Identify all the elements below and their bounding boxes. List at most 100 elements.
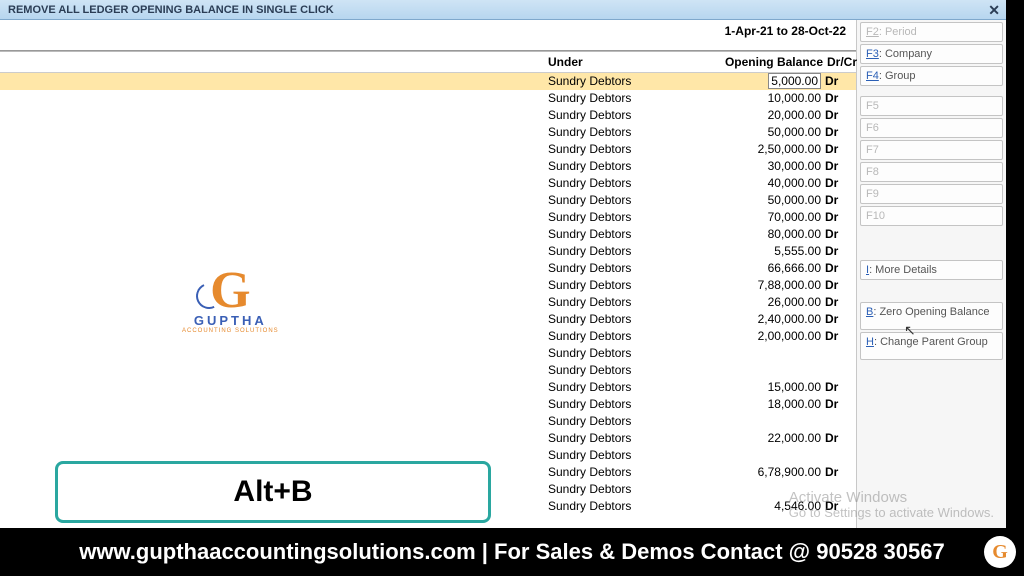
cell-under: Sundry Debtors xyxy=(548,107,708,124)
cell-balance xyxy=(708,447,821,464)
cell-balance: 5,555.00 xyxy=(708,243,821,260)
cell-under: Sundry Debtors xyxy=(548,311,708,328)
table-row[interactable]: Sundry Debtors22,000.00Dr xyxy=(0,430,856,447)
cell-balance: 20,000.00 xyxy=(708,107,821,124)
btn-f9[interactable]: F9 xyxy=(860,184,1003,204)
footer-brand-icon: G xyxy=(984,536,1016,568)
cell-balance xyxy=(708,345,821,362)
btn-f6[interactable]: F6 xyxy=(860,118,1003,138)
cell-drcr: Dr xyxy=(821,260,851,277)
btn-f7[interactable]: F7 xyxy=(860,140,1003,160)
period-range: 1-Apr-21 to 28-Oct-22 xyxy=(0,20,856,40)
col-drcr: Dr/Cr xyxy=(823,55,855,69)
cell-balance: 18,000.00 xyxy=(708,396,821,413)
cell-balance: 80,000.00 xyxy=(708,226,821,243)
btn-f5[interactable]: F5 xyxy=(860,96,1003,116)
cell-under: Sundry Debtors xyxy=(548,328,708,345)
cell-balance: 66,666.00 xyxy=(708,260,821,277)
close-icon[interactable]: ✕ xyxy=(988,2,1000,19)
table-row[interactable]: Sundry Debtors xyxy=(0,345,856,362)
cell-drcr: Dr xyxy=(821,209,851,226)
btn-f2-period[interactable]: F2: Period xyxy=(860,22,1003,42)
table-row[interactable]: Sundry Debtors30,000.00Dr xyxy=(0,158,856,175)
table-row[interactable]: Sundry Debtors15,000.00Dr xyxy=(0,379,856,396)
cell-balance: 22,000.00 xyxy=(708,430,821,447)
cell-balance: 6,78,900.00 xyxy=(708,464,821,481)
cell-drcr xyxy=(821,345,851,362)
col-balance: Opening Balance xyxy=(708,55,823,69)
cell-drcr: Dr xyxy=(821,90,851,107)
cell-drcr xyxy=(821,362,851,379)
cell-balance: 50,000.00 xyxy=(708,124,821,141)
report-area: 1-Apr-21 to 28-Oct-22 Under Opening Bala… xyxy=(0,20,856,528)
cell-balance xyxy=(708,413,821,430)
cell-under: Sundry Debtors xyxy=(548,124,708,141)
cell-under: Sundry Debtors xyxy=(548,413,708,430)
table-row[interactable]: Sundry Debtors18,000.00Dr xyxy=(0,396,856,413)
cell-drcr xyxy=(821,447,851,464)
cell-drcr: Dr xyxy=(821,124,851,141)
cell-under: Sundry Debtors xyxy=(548,277,708,294)
cell-drcr: Dr xyxy=(821,192,851,209)
table-row[interactable]: Sundry Debtors50,000.00Dr xyxy=(0,124,856,141)
btn-f8[interactable]: F8 xyxy=(860,162,1003,182)
btn-f4-group[interactable]: F4: Group xyxy=(860,66,1003,86)
btn-f10[interactable]: F10 xyxy=(860,206,1003,226)
cell-under: Sundry Debtors xyxy=(548,141,708,158)
table-row[interactable]: Sundry Debtors20,000.00Dr xyxy=(0,107,856,124)
cell-balance: 2,50,000.00 xyxy=(708,141,821,158)
column-header: Under Opening Balance Dr/Cr xyxy=(0,52,856,73)
cell-drcr: Dr xyxy=(821,243,851,260)
cell-under: Sundry Debtors xyxy=(548,396,708,413)
cell-drcr: Dr xyxy=(821,73,851,90)
cell-drcr: Dr xyxy=(821,277,851,294)
cell-under: Sundry Debtors xyxy=(548,481,708,498)
table-row[interactable]: Sundry Debtors2,50,000.00Dr xyxy=(0,141,856,158)
table-row[interactable]: Sundry Debtors2,40,000.00Dr xyxy=(0,311,856,328)
cell-under: Sundry Debtors xyxy=(548,447,708,464)
cell-under: Sundry Debtors xyxy=(548,260,708,277)
cell-drcr: Dr xyxy=(821,226,851,243)
cell-balance: 15,000.00 xyxy=(708,379,821,396)
cell-under: Sundry Debtors xyxy=(548,379,708,396)
table-row[interactable]: Sundry Debtors70,000.00Dr xyxy=(0,209,856,226)
cell-drcr: Dr xyxy=(821,498,851,515)
table-row[interactable]: Sundry Debtors5,000.00Dr xyxy=(0,73,856,90)
footer-text: www.gupthaaccountingsolutions.com | For … xyxy=(79,539,944,565)
cell-balance xyxy=(708,481,821,498)
cell-under: Sundry Debtors xyxy=(548,90,708,107)
table-row[interactable]: Sundry Debtors40,000.00Dr xyxy=(0,175,856,192)
cell-under: Sundry Debtors xyxy=(548,175,708,192)
cell-under: Sundry Debtors xyxy=(548,209,708,226)
window-title: REMOVE ALL LEDGER OPENING BALANCE IN SIN… xyxy=(8,4,334,16)
cell-under: Sundry Debtors xyxy=(548,345,708,362)
table-row[interactable]: Sundry Debtors xyxy=(0,362,856,379)
cell-balance xyxy=(708,362,821,379)
cell-drcr: Dr xyxy=(821,311,851,328)
btn-f3-company[interactable]: F3: Company xyxy=(860,44,1003,64)
cell-drcr xyxy=(821,481,851,498)
table-row[interactable]: Sundry Debtors66,666.00Dr xyxy=(0,260,856,277)
table-row[interactable]: Sundry Debtors2,00,000.00Dr xyxy=(0,328,856,345)
cell-balance: 30,000.00 xyxy=(708,158,821,175)
titlebar: REMOVE ALL LEDGER OPENING BALANCE IN SIN… xyxy=(0,0,1006,20)
btn-more-details[interactable]: I: More Details xyxy=(860,260,1003,280)
cell-balance: 26,000.00 xyxy=(708,294,821,311)
btn-zero-opening-balance[interactable]: B: Zero Opening Balance xyxy=(860,302,1003,330)
cell-balance: 7,88,000.00 xyxy=(708,277,821,294)
table-row[interactable]: Sundry Debtors80,000.00Dr xyxy=(0,226,856,243)
table-row[interactable]: Sundry Debtors10,000.00Dr xyxy=(0,90,856,107)
cell-under: Sundry Debtors xyxy=(548,464,708,481)
cell-drcr: Dr xyxy=(821,430,851,447)
cell-drcr: Dr xyxy=(821,107,851,124)
cell-balance: 50,000.00 xyxy=(708,192,821,209)
cell-under: Sundry Debtors xyxy=(548,430,708,447)
cell-drcr xyxy=(821,413,851,430)
table-row[interactable]: Sundry Debtors5,555.00Dr xyxy=(0,243,856,260)
table-row[interactable]: Sundry Debtors26,000.00Dr xyxy=(0,294,856,311)
btn-change-parent-group[interactable]: H: Change Parent Group xyxy=(860,332,1003,360)
balance-edit-field[interactable]: 5,000.00 xyxy=(768,73,821,89)
table-row[interactable]: Sundry Debtors50,000.00Dr xyxy=(0,192,856,209)
table-row[interactable]: Sundry Debtors xyxy=(0,413,856,430)
table-row[interactable]: Sundry Debtors7,88,000.00Dr xyxy=(0,277,856,294)
